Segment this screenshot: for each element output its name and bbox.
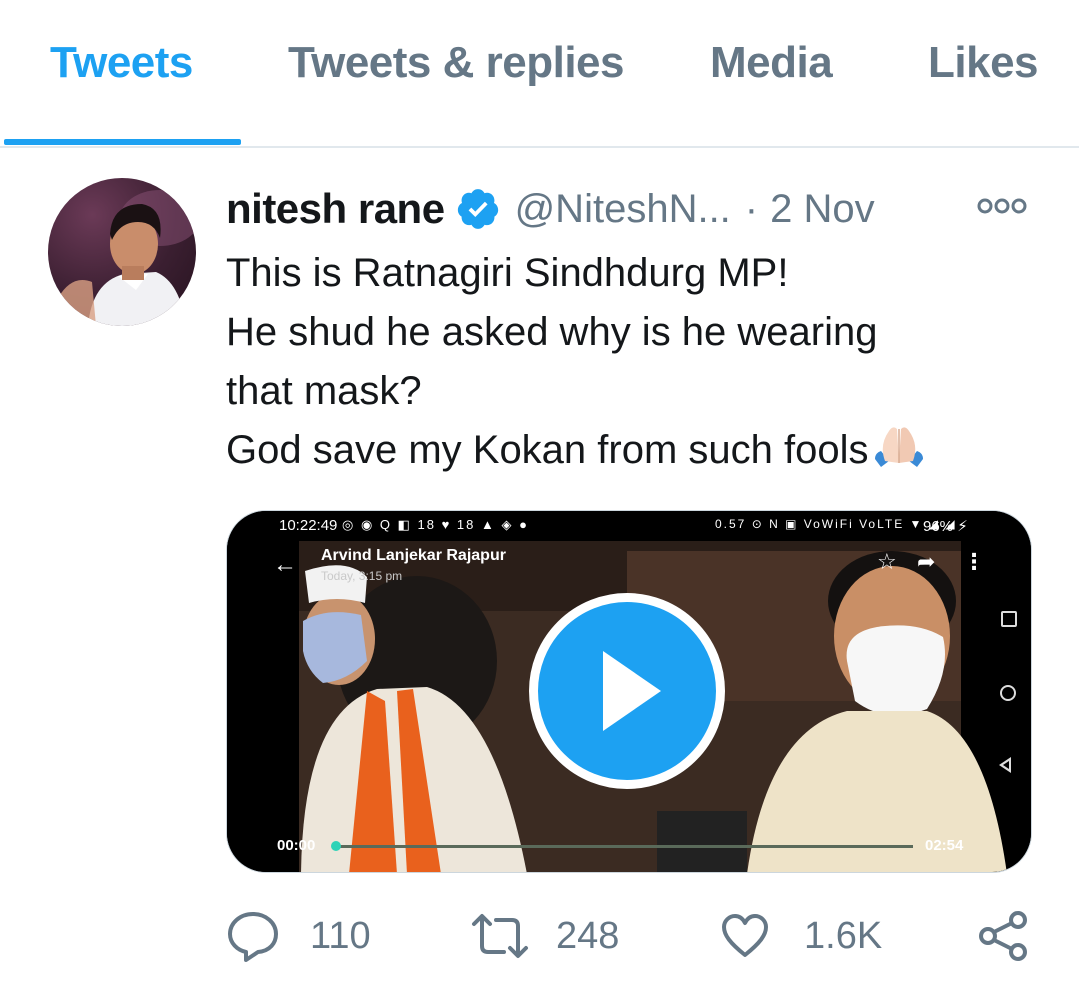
back-nav-icon	[999, 757, 1011, 773]
avatar-photo	[58, 190, 196, 326]
recents-nav-icon	[1001, 611, 1017, 627]
share-action[interactable]	[978, 908, 1028, 964]
reply-count: 110	[310, 914, 371, 957]
folded-hands-icon	[871, 421, 927, 486]
heart-icon	[722, 914, 768, 957]
play-icon	[603, 651, 661, 731]
like-count: 1.6K	[804, 914, 883, 957]
retweet-action[interactable]: 248	[470, 908, 619, 964]
tab-likes[interactable]: Likes	[928, 38, 1039, 88]
tab-tweets-and-replies[interactable]: Tweets & replies	[288, 38, 625, 88]
user-handle[interactable]: @NiteshN...	[515, 187, 731, 232]
tab-media[interactable]: Media	[710, 38, 833, 88]
tweet-text: This is Ratnagiri Sindhdurg MP! He shud …	[226, 244, 1026, 486]
more-options-icon[interactable]	[976, 196, 1028, 216]
video-progress-knob[interactable]	[331, 841, 341, 851]
like-action[interactable]: 1.6K	[720, 908, 882, 964]
play-button[interactable]	[529, 593, 725, 789]
tweet-text-line: This is Ratnagiri Sindhdurg MP!	[226, 251, 789, 295]
tweet-text-line: that mask?	[226, 369, 422, 413]
reply-action[interactable]: 110	[226, 908, 371, 964]
tweet-text-line: God save my Kokan from such fools	[226, 421, 1026, 486]
back-arrow-icon: ←	[273, 551, 297, 578]
retweet-count: 248	[556, 914, 620, 957]
share-icon	[979, 911, 1027, 961]
status-notification-icons: ◎ ◉ Q ◧ 18 ♥ 18 ▲ ◈ ●	[342, 517, 529, 532]
avatar[interactable]	[48, 178, 196, 326]
profile-tabs: Tweets Tweets & replies Media Likes	[0, 0, 1079, 148]
separator-dot: ·	[744, 186, 759, 231]
video-duration: 02:54	[925, 837, 964, 854]
reply-icon	[228, 912, 278, 962]
active-tab-indicator	[4, 139, 241, 145]
forward-icon: ➦	[917, 549, 936, 574]
elapsed-time: 00:00	[277, 837, 316, 854]
home-nav-icon	[1000, 685, 1016, 701]
retweet-icon	[472, 914, 528, 958]
tweet-text-line: He shud he asked why is he wearing	[226, 310, 878, 354]
star-icon: ☆	[877, 549, 897, 574]
tab-tweets[interactable]: Tweets	[50, 38, 193, 88]
tweet-header: nitesh rane @NiteshN... · 2 Nov	[226, 182, 875, 236]
video-progress-track[interactable]	[333, 845, 913, 848]
chat-media-header: ← Arvind Lanjekar Rajapur Today, 3:15 pm…	[227, 541, 1031, 591]
tweet-text-line-content: God save my Kokan from such fools	[226, 428, 869, 472]
verified-badge-icon	[455, 186, 501, 237]
overflow-menu-icon: ⋮	[963, 549, 985, 574]
sent-time: Today, 3:15 pm	[321, 569, 403, 583]
video-player[interactable]: 10:22:49 ◎ ◉ Q ◧ 18 ♥ 18 ▲ ◈ ● 0.57 ⊙ N …	[226, 510, 1032, 873]
display-name[interactable]: nitesh rane	[226, 185, 445, 233]
battery-indicator: 96% ⚡	[923, 518, 968, 535]
status-time: 10:22:49	[279, 517, 338, 534]
phone-status-bar: 10:22:49 ◎ ◉ Q ◧ 18 ♥ 18 ▲ ◈ ● 0.57 ⊙ N …	[227, 511, 1031, 541]
tweet-date[interactable]: 2 Nov	[770, 187, 875, 232]
sender-name: Arvind Lanjekar Rajapur	[321, 547, 506, 564]
status-system-icons: 0.57 ⊙ N ▣ VoWiFi VoLTE ▼ ◢ ◢	[715, 517, 957, 531]
